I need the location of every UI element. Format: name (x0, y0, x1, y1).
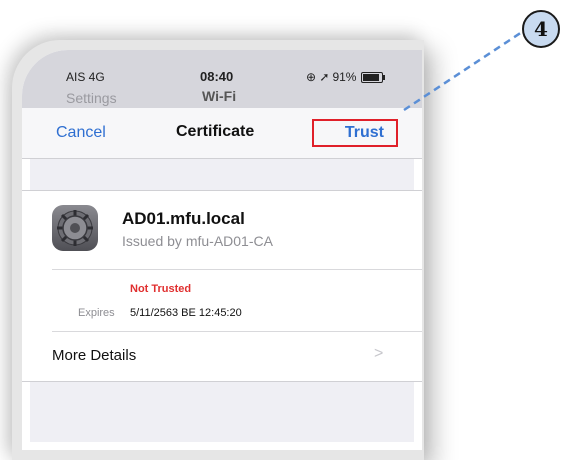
certificate-name: AD01.mfu.local (122, 209, 245, 228)
certificate-card: AD01.mfu.local Issued by mfu-AD01-CA Not… (22, 190, 422, 382)
certificate-issuer: Issued by mfu-AD01-CA (122, 233, 273, 249)
status-indicators: ⊕ ➚ 91% (306, 70, 386, 84)
battery-icon (361, 71, 386, 83)
trust-button[interactable]: Trust (312, 119, 398, 147)
more-details-row[interactable]: More Details (52, 347, 136, 364)
step-number-badge: 4 (522, 10, 560, 48)
page-title: Certificate (176, 123, 255, 140)
settings-gear-icon (52, 205, 98, 251)
expires-label: Expires (78, 307, 115, 319)
battery-percent: 91% (332, 70, 357, 84)
expires-value: 5/11/2563 BE 12:45:20 (130, 307, 242, 319)
phone-screen: AIS 4G 08:40 ⊕ ➚ 91% Settings Wi-Fi Canc… (22, 50, 422, 450)
divider (52, 269, 422, 270)
clock: 08:40 (200, 69, 234, 84)
carrier-label: AIS 4G (66, 70, 105, 84)
chevron-right-icon[interactable]: > (374, 345, 383, 363)
cancel-button[interactable]: Cancel (56, 124, 106, 142)
trust-status: Not Trusted (130, 283, 192, 295)
status-bar: AIS 4G 08:40 ⊕ ➚ 91% (22, 50, 422, 90)
divider (52, 331, 422, 332)
wifi-title: Wi-Fi (202, 88, 237, 104)
certificate-nav-bar: Cancel Certificate Trust (22, 108, 422, 159)
location-icon: ⊕ ➚ (306, 70, 330, 84)
underlying-wifi-header: Settings Wi-Fi (22, 88, 422, 110)
back-button-settings: Settings (66, 90, 117, 106)
